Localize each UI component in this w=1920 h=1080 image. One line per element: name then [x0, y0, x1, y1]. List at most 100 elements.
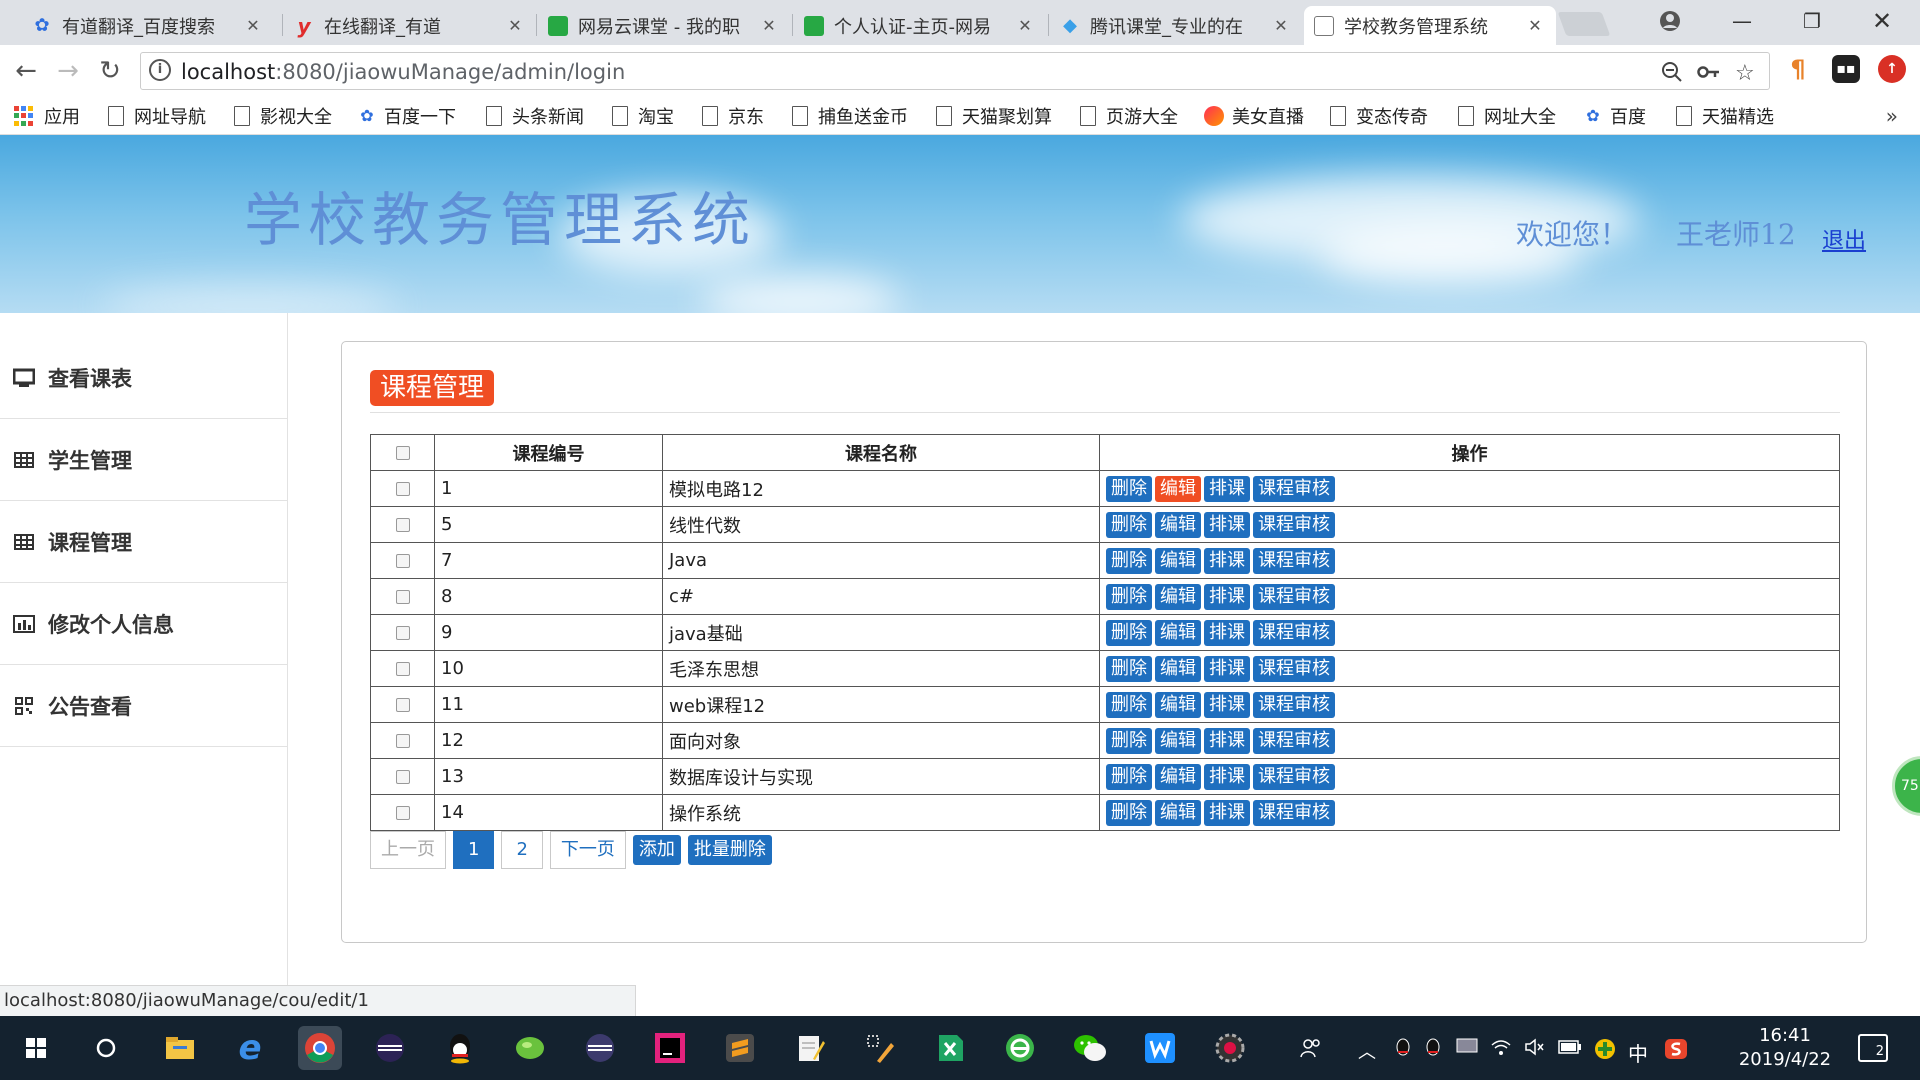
- close-window-button[interactable]: ✕: [1852, 0, 1912, 42]
- qq-tray-icon[interactable]: [1394, 1038, 1412, 1063]
- delete-button[interactable]: 删除: [1106, 475, 1152, 502]
- close-icon[interactable]: ✕: [1270, 16, 1292, 35]
- delete-button[interactable]: 删除: [1106, 691, 1152, 718]
- restore-button[interactable]: ❐: [1782, 0, 1842, 42]
- prev-page-button[interactable]: 上一页: [370, 831, 446, 869]
- schedule-button[interactable]: 排课: [1204, 691, 1250, 718]
- star-icon[interactable]: ☆: [1735, 61, 1755, 86]
- bookmark-item[interactable]: 影视大全: [234, 103, 332, 129]
- review-button[interactable]: 课程审核: [1253, 511, 1335, 538]
- sidebar-item-schedule[interactable]: 查看课表: [0, 337, 287, 419]
- people-icon[interactable]: [1300, 1038, 1322, 1063]
- update-icon[interactable]: ↑: [1878, 55, 1906, 83]
- address-bar[interactable]: i localhost:8080/jiaowuManage/admin/logi…: [140, 52, 1770, 90]
- eclipse-icon[interactable]: [368, 1026, 412, 1070]
- eclipse-ide-icon[interactable]: [578, 1026, 622, 1070]
- bookmark-item[interactable]: 变态传奇: [1330, 103, 1428, 129]
- close-icon[interactable]: ✕: [504, 16, 526, 35]
- edit-button[interactable]: 编辑: [1155, 727, 1201, 754]
- row-checkbox[interactable]: [395, 482, 410, 496]
- delete-button[interactable]: 删除: [1106, 799, 1152, 826]
- page-2-button[interactable]: 2: [501, 831, 543, 869]
- edit-button[interactable]: 编辑: [1155, 547, 1201, 574]
- page-1-button[interactable]: 1: [453, 831, 495, 869]
- reload-button[interactable]: ↻: [92, 53, 128, 89]
- delete-button[interactable]: 删除: [1106, 583, 1152, 610]
- chevron-up-icon[interactable]: ︿: [1358, 1038, 1376, 1064]
- edit-button[interactable]: 编辑: [1155, 799, 1201, 826]
- review-button[interactable]: 课程审核: [1253, 727, 1335, 754]
- sidebar-item-profile[interactable]: 修改个人信息: [0, 583, 287, 665]
- wechat-icon[interactable]: [1068, 1026, 1112, 1070]
- extension-icon[interactable]: ▪▪: [1832, 55, 1860, 83]
- add-course-button[interactable]: 添加: [632, 835, 681, 865]
- qq-tray-icon[interactable]: [1424, 1038, 1442, 1063]
- schedule-button[interactable]: 排课: [1204, 475, 1250, 502]
- edit-button[interactable]: 编辑: [1155, 763, 1201, 790]
- review-button[interactable]: 课程审核: [1253, 691, 1335, 718]
- row-checkbox[interactable]: [395, 770, 410, 784]
- row-checkbox[interactable]: [395, 590, 410, 604]
- edit-button[interactable]: 编辑: [1155, 511, 1201, 538]
- schedule-button[interactable]: 排课: [1204, 763, 1250, 790]
- batch-delete-button[interactable]: 批量删除: [687, 835, 772, 865]
- sidebar-item-notices[interactable]: 公告查看: [0, 665, 287, 747]
- bookmark-item[interactable]: 美女直播: [1204, 103, 1304, 129]
- security-plus-icon[interactable]: [1594, 1038, 1616, 1065]
- logout-link[interactable]: 退出: [1822, 223, 1866, 255]
- new-tab-button[interactable]: [1557, 12, 1611, 36]
- schedule-button[interactable]: 排课: [1204, 727, 1250, 754]
- edit-button[interactable]: 编辑: [1155, 691, 1201, 718]
- system-clock[interactable]: 16:41 2019/4/22: [1735, 1024, 1835, 1072]
- site-info-icon[interactable]: i: [149, 59, 171, 81]
- zoom-icon[interactable]: [1661, 61, 1683, 88]
- tools-icon[interactable]: [858, 1026, 902, 1070]
- bookmark-apps[interactable]: 应用: [14, 103, 80, 129]
- browser-tab[interactable]: 网易云课堂 - 我的职 ✕: [538, 6, 790, 45]
- schedule-button[interactable]: 排课: [1204, 799, 1250, 826]
- cortana-search-icon[interactable]: [84, 1026, 128, 1070]
- schedule-button[interactable]: 排课: [1204, 655, 1250, 682]
- row-checkbox[interactable]: [395, 806, 410, 820]
- row-checkbox[interactable]: [395, 554, 410, 568]
- 360-browser-icon[interactable]: [998, 1026, 1042, 1070]
- row-checkbox[interactable]: [395, 698, 410, 712]
- forward-button[interactable]: →: [50, 53, 86, 89]
- sogou-ime-icon[interactable]: [1664, 1038, 1688, 1065]
- select-all-checkbox[interactable]: [395, 446, 410, 460]
- sidebar-item-students[interactable]: 学生管理: [0, 419, 287, 501]
- browser-tab-active[interactable]: 学校教务管理系统 ✕: [1304, 6, 1556, 45]
- review-button[interactable]: 课程审核: [1253, 763, 1335, 790]
- bookmark-item[interactable]: 头条新闻: [486, 103, 584, 129]
- delete-button[interactable]: 删除: [1106, 727, 1152, 754]
- spreadsheet-app-icon[interactable]: [928, 1026, 972, 1070]
- bookmark-item[interactable]: 天猫聚划算: [936, 103, 1052, 129]
- profile-icon[interactable]: [1640, 0, 1700, 42]
- review-button[interactable]: 课程审核: [1253, 619, 1335, 646]
- schedule-button[interactable]: 排课: [1204, 511, 1250, 538]
- schedule-button[interactable]: 排课: [1204, 583, 1250, 610]
- edge-browser-icon[interactable]: e: [228, 1026, 272, 1070]
- edit-button[interactable]: 编辑: [1155, 583, 1201, 610]
- volume-icon[interactable]: [1524, 1038, 1546, 1061]
- file-explorer-icon[interactable]: [158, 1026, 202, 1070]
- browser-tab[interactable]: ◆ 腾讯课堂_专业的在 ✕: [1050, 6, 1302, 45]
- notification-center-icon[interactable]: 2: [1858, 1034, 1888, 1062]
- review-button[interactable]: 课程审核: [1253, 547, 1335, 574]
- bookmark-item[interactable]: 网址导航: [108, 103, 206, 129]
- edit-button[interactable]: 编辑: [1155, 655, 1201, 682]
- close-icon[interactable]: ✕: [242, 16, 264, 35]
- edit-button[interactable]: 编辑: [1155, 475, 1201, 502]
- row-checkbox[interactable]: [395, 518, 410, 532]
- battery-icon[interactable]: [1558, 1038, 1582, 1059]
- translate-extension-icon[interactable]: ¶: [1784, 55, 1812, 83]
- bookmark-item[interactable]: 淘宝: [612, 103, 674, 129]
- delete-button[interactable]: 删除: [1106, 655, 1152, 682]
- review-button[interactable]: 课程审核: [1253, 799, 1335, 826]
- row-checkbox[interactable]: [395, 662, 410, 676]
- notepad-icon[interactable]: [788, 1026, 832, 1070]
- minimize-button[interactable]: —: [1712, 0, 1772, 42]
- windows-start-icon[interactable]: [14, 1026, 58, 1070]
- close-icon[interactable]: ✕: [1524, 16, 1546, 35]
- bookmark-item[interactable]: 京东: [702, 103, 764, 129]
